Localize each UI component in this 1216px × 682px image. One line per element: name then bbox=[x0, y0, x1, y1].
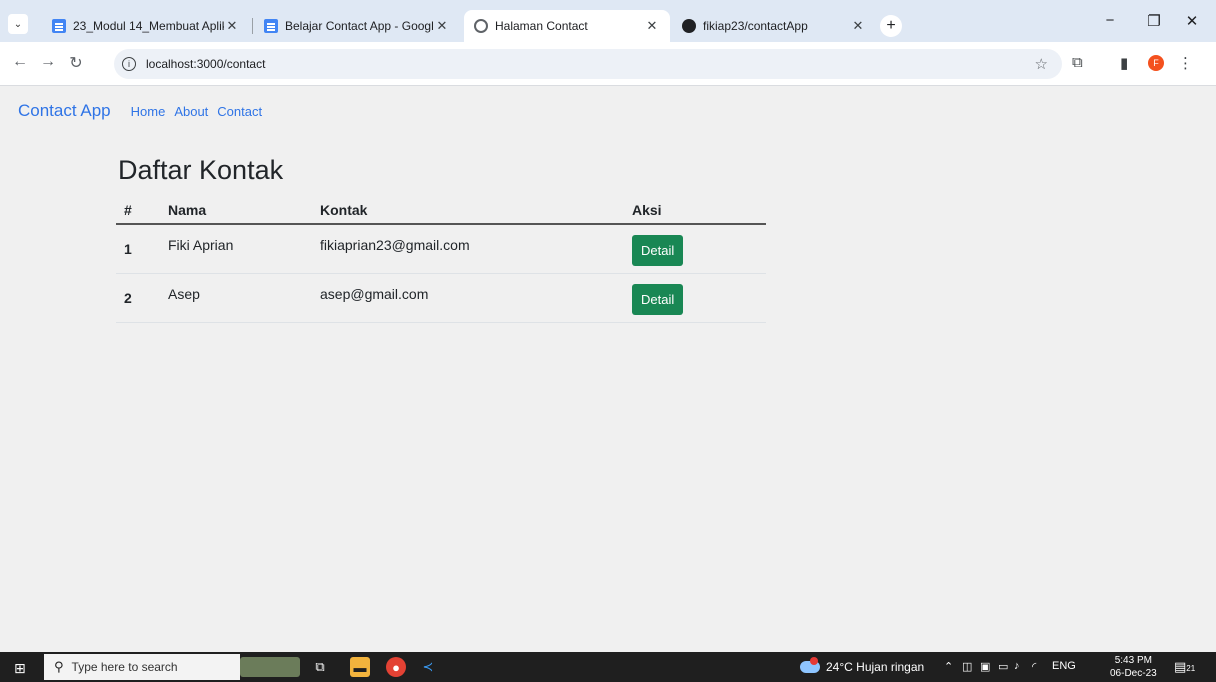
search-highlight-image bbox=[240, 657, 300, 677]
row-number: 1 bbox=[116, 224, 160, 274]
nav-contact[interactable]: Contact bbox=[217, 104, 262, 119]
restore-icon[interactable]: ❐ bbox=[1134, 12, 1174, 30]
detail-button[interactable]: Detail bbox=[632, 284, 684, 315]
contact-table: # Nama Kontak Aksi 1 Fiki Aprian fikiapr… bbox=[116, 196, 766, 323]
tab-strip: ⌄ 23_Modul 14_Membuat Aplikasi ✕ Belajar… bbox=[0, 0, 1216, 42]
page-content: Contact App Home About Contact Daftar Ko… bbox=[0, 87, 1216, 652]
site-info-icon[interactable]: i bbox=[122, 57, 136, 71]
row-number: 2 bbox=[116, 273, 160, 323]
notification-center-icon[interactable]: ▤21 bbox=[1174, 659, 1195, 675]
clock-date: 06-Dec-23 bbox=[1110, 668, 1157, 679]
new-tab-plus-icon[interactable]: + bbox=[880, 15, 902, 37]
docs-icon bbox=[264, 19, 278, 33]
notification-count: 21 bbox=[1186, 664, 1196, 673]
tab-search-chevron-icon[interactable]: ⌄ bbox=[8, 14, 28, 34]
globe-icon bbox=[474, 19, 488, 33]
tab-github[interactable]: fikiap23/contactApp ✕ bbox=[672, 10, 876, 42]
tab-belajar[interactable]: Belajar Contact App - Google D ✕ bbox=[254, 10, 460, 42]
col-header-kontak: Kontak bbox=[312, 196, 624, 225]
site-navbar: Contact App Home About Contact bbox=[18, 101, 271, 121]
weather-widget[interactable]: 24°C Hujan ringan bbox=[800, 657, 925, 674]
action-cell: Detail bbox=[624, 273, 766, 323]
tab-modul[interactable]: 23_Modul 14_Membuat Aplikasi ✕ bbox=[42, 10, 250, 42]
tab-label: Halaman Contact bbox=[495, 19, 588, 33]
github-icon bbox=[682, 19, 696, 33]
search-icon: ⚲ bbox=[54, 659, 64, 674]
contact-email: fikiaprian23@gmail.com bbox=[312, 224, 624, 274]
side-panel-icon[interactable]: ▮ bbox=[1120, 54, 1128, 72]
brand-link[interactable]: Contact App bbox=[18, 101, 111, 121]
task-view-icon[interactable]: ⧉ bbox=[310, 657, 330, 677]
file-explorer-icon[interactable]: ▬ bbox=[350, 657, 370, 677]
page-title: Daftar Kontak bbox=[118, 155, 284, 185]
close-icon[interactable]: ✕ bbox=[434, 18, 450, 34]
windows-taskbar: ⊞ ⚲ Type here to search ⧉ ▬ ● ≺ 24°C Huj… bbox=[0, 652, 1216, 682]
bookmark-star-icon[interactable]: ☆ bbox=[1035, 55, 1048, 73]
address-bar[interactable]: i localhost:3000/contact ☆ bbox=[114, 49, 1062, 79]
col-header-number: # bbox=[116, 196, 160, 225]
windows-start-icon[interactable]: ⊞ bbox=[14, 660, 26, 677]
tray-meet-icon[interactable]: ◫ bbox=[962, 660, 972, 673]
extensions-icon[interactable]: ⧉ bbox=[1072, 54, 1083, 71]
table-header-row: # Nama Kontak Aksi bbox=[116, 196, 766, 225]
weather-text: 24°C Hujan ringan bbox=[826, 660, 925, 674]
nav-about[interactable]: About bbox=[174, 104, 208, 119]
battery-icon[interactable]: ▭ bbox=[998, 660, 1008, 673]
volume-icon[interactable]: ♪ bbox=[1014, 660, 1020, 672]
tab-label: fikiap23/contactApp bbox=[703, 19, 808, 33]
wifi-icon[interactable]: ◜ bbox=[1032, 660, 1036, 673]
window-close-icon[interactable]: ✕ bbox=[1172, 12, 1212, 30]
url-text[interactable]: localhost:3000/contact bbox=[146, 57, 265, 71]
clock[interactable]: 5:43 PM 06-Dec-23 bbox=[1110, 654, 1157, 680]
contact-name: Asep bbox=[160, 273, 312, 323]
tab-halaman-contact[interactable]: Halaman Contact ✕ bbox=[464, 10, 670, 42]
close-icon[interactable]: ✕ bbox=[850, 18, 866, 34]
tab-label: 23_Modul 14_Membuat Aplikasi bbox=[73, 19, 224, 33]
tray-chevron-icon[interactable]: ⌃ bbox=[944, 660, 953, 673]
nav-home[interactable]: Home bbox=[131, 104, 166, 119]
contact-name: Fiki Aprian bbox=[160, 224, 312, 274]
back-arrow-icon[interactable]: ← bbox=[10, 53, 30, 71]
kebab-menu-icon[interactable]: ⋮ bbox=[1178, 54, 1193, 72]
tray-device-icon[interactable]: ▣ bbox=[980, 660, 990, 673]
weather-cloud-icon bbox=[800, 657, 820, 673]
tab-label: Belajar Contact App - Google D bbox=[285, 19, 434, 33]
tab-divider bbox=[252, 18, 253, 34]
minimize-icon[interactable]: − bbox=[1090, 12, 1130, 29]
vscode-icon[interactable]: ≺ bbox=[418, 657, 438, 677]
detail-button[interactable]: Detail bbox=[632, 235, 684, 267]
col-header-nama: Nama bbox=[160, 196, 312, 225]
chrome-icon[interactable]: ● bbox=[386, 657, 406, 677]
taskbar-search-box[interactable]: ⚲ Type here to search bbox=[44, 654, 240, 680]
close-icon[interactable]: ✕ bbox=[224, 18, 240, 34]
contact-email: asep@gmail.com bbox=[312, 273, 624, 323]
table-row: 2 Asep asep@gmail.com Detail bbox=[116, 273, 766, 323]
table-row: 1 Fiki Aprian fikiaprian23@gmail.com Det… bbox=[116, 224, 766, 274]
profile-avatar[interactable]: F bbox=[1148, 55, 1164, 71]
forward-arrow-icon[interactable]: → bbox=[38, 53, 58, 71]
clock-time: 5:43 PM bbox=[1114, 655, 1152, 666]
docs-icon bbox=[52, 19, 66, 33]
reload-icon[interactable]: ↻ bbox=[66, 53, 86, 73]
action-cell: Detail bbox=[624, 224, 766, 274]
language-indicator[interactable]: ENG bbox=[1052, 660, 1076, 672]
taskbar-search-placeholder: Type here to search bbox=[71, 660, 178, 674]
browser-toolbar: ← → ↻ i localhost:3000/contact ☆ ⧉ ▮ ⋮ bbox=[0, 42, 1216, 86]
col-header-aksi: Aksi bbox=[624, 196, 766, 225]
close-icon[interactable]: ✕ bbox=[644, 18, 660, 34]
